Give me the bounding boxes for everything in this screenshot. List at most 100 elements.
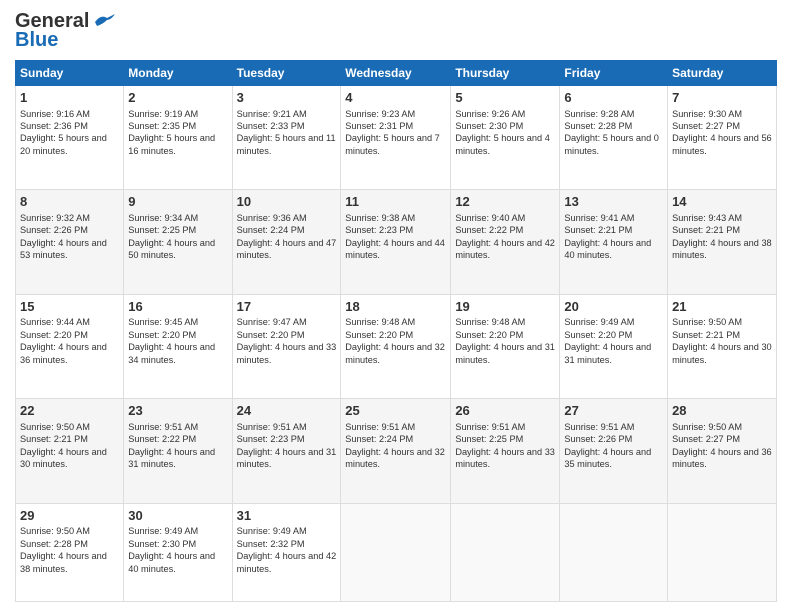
sunrise-text: Sunrise: 9:48 AM: [345, 317, 415, 327]
day-number: 2: [128, 89, 227, 107]
sunset-text: Sunset: 2:27 PM: [672, 434, 740, 444]
sunrise-text: Sunrise: 9:19 AM: [128, 109, 198, 119]
calendar-cell: 14Sunrise: 9:43 AMSunset: 2:21 PMDayligh…: [668, 190, 777, 294]
calendar-cell: 16Sunrise: 9:45 AM Sunset: 2:20 PM Dayligh…: [124, 294, 232, 398]
sunrise-text: Sunrise: 9:51 AM: [345, 422, 415, 432]
daylight-text: Daylight: 4 hours and 36 minutes.: [20, 342, 107, 364]
calendar-week-row: 22Sunrise: 9:50 AMSunset: 2:21 PMDayligh…: [16, 399, 777, 503]
sunrise-text: Sunrise: 9:51 AM: [564, 422, 634, 432]
daylight-text: Daylight: 4 hours and 34 minutes.: [128, 342, 215, 364]
sunset-text: Sunset: 2:23 PM: [237, 434, 305, 444]
day-number: 1: [20, 89, 119, 107]
day-number: 9: [128, 193, 227, 211]
calendar-cell: 29Sunrise: 9:50 AMSunset: 2:28 PMDayligh…: [16, 503, 124, 601]
day-number: 15: [20, 298, 119, 316]
calendar-cell: 30Sunrise: 9:49 AMSunset: 2:30 PMDayligh…: [124, 503, 232, 601]
sunset-text: Sunset: 2:31 PM: [345, 121, 413, 131]
sunrise-text: Sunrise: 9:49 AM: [237, 526, 307, 536]
sunset-text: Sunset: 2:36 PM: [20, 121, 88, 131]
sunset-text: Sunset: 2:32 PM: [237, 539, 305, 549]
sunset-text: Sunset: 2:26 PM: [564, 434, 632, 444]
sunset-text: Sunset: 2:20 PM: [237, 330, 305, 340]
day-number: 16: [128, 298, 227, 316]
calendar-cell: 5Sunrise: 9:26 AMSunset: 2:30 PMDaylight…: [451, 86, 560, 190]
calendar-cell: 23Sunrise: 9:51 AMSunset: 2:22 PMDayligh…: [124, 399, 232, 503]
sunset-text: Sunset: 2:33 PM: [237, 121, 305, 131]
day-number: 28: [672, 402, 772, 420]
calendar-week-row: 29Sunrise: 9:50 AMSunset: 2:28 PMDayligh…: [16, 503, 777, 601]
sunrise-text: Sunrise: 9:45 AM: [128, 317, 198, 327]
daylight-text: Daylight: 4 hours and 44 minutes.: [345, 238, 445, 260]
calendar-cell: 19Sunrise: 9:48 AMSunset: 2:20 PMDayligh…: [451, 294, 560, 398]
daylight-text: Daylight: 4 hours and 36 minutes.: [672, 447, 772, 469]
sunrise-text: Sunrise: 9:49 AM: [564, 317, 634, 327]
daylight-text: Daylight: 4 hours and 38 minutes.: [20, 551, 107, 573]
sunrise-text: Sunrise: 9:26 AM: [455, 109, 525, 119]
sunset-text: Sunset: 2:26 PM: [20, 225, 88, 235]
calendar-cell: [560, 503, 668, 601]
logo-blue: Blue: [15, 29, 58, 52]
daylight-text: Daylight: 5 hours and 7 minutes.: [345, 133, 440, 155]
calendar-week-row: 15Sunrise: 9:44 AM Sunset: 2:20 PM Dayligh…: [16, 294, 777, 398]
calendar-cell: 26Sunrise: 9:51 AMSunset: 2:25 PMDayligh…: [451, 399, 560, 503]
sunrise-text: Sunrise: 9:34 AM: [128, 213, 198, 223]
sunset-text: Sunset: 2:22 PM: [128, 434, 196, 444]
sunset-text: Sunset: 2:25 PM: [455, 434, 523, 444]
sunset-text: Sunset: 2:35 PM: [128, 121, 196, 131]
day-number: 20: [564, 298, 663, 316]
calendar-cell: [668, 503, 777, 601]
daylight-text: Daylight: 4 hours and 38 minutes.: [672, 238, 772, 260]
sunrise-text: Sunrise: 9:21 AM: [237, 109, 307, 119]
sunset-text: Sunset: 2:28 PM: [20, 539, 88, 549]
daylight-text: Daylight: 4 hours and 32 minutes.: [345, 447, 445, 469]
daylight-text: Daylight: 5 hours and 4 minutes.: [455, 133, 550, 155]
sunset-text: Sunset: 2:20 PM: [455, 330, 523, 340]
day-number: 29: [20, 507, 119, 525]
sunset-text: Sunset: 2:20 PM: [128, 330, 196, 340]
sunset-text: Sunset: 2:21 PM: [564, 225, 632, 235]
daylight-text: Daylight: 4 hours and 35 minutes.: [564, 447, 651, 469]
day-number: 6: [564, 89, 663, 107]
day-number: 31: [237, 507, 337, 525]
daylight-text: Daylight: 4 hours and 40 minutes.: [128, 551, 215, 573]
weekday-header: Thursday: [451, 61, 560, 86]
sunrise-text: Sunrise: 9:44 AM: [20, 317, 90, 327]
daylight-text: Daylight: 4 hours and 50 minutes.: [128, 238, 215, 260]
day-number: 30: [128, 507, 227, 525]
sunset-text: Sunset: 2:23 PM: [345, 225, 413, 235]
day-number: 23: [128, 402, 227, 420]
sunset-text: Sunset: 2:20 PM: [345, 330, 413, 340]
weekday-header: Monday: [124, 61, 232, 86]
calendar-cell: [451, 503, 560, 601]
weekday-header-row: SundayMondayTuesdayWednesdayThursdayFrid…: [16, 61, 777, 86]
calendar-cell: 25Sunrise: 9:51 AMSunset: 2:24 PMDayligh…: [341, 399, 451, 503]
logo-bird-icon: [93, 14, 115, 30]
calendar-week-row: 8 Sunrise: 9:32 AM Sunset: 2:26 PM Daylight…: [16, 190, 777, 294]
day-number: 18: [345, 298, 446, 316]
sunrise-text: Sunrise: 9:32 AM: [20, 213, 90, 223]
day-number: 19: [455, 298, 555, 316]
day-number: 8: [20, 193, 119, 211]
calendar-cell: 8 Sunrise: 9:32 AM Sunset: 2:26 PM Daylight…: [16, 190, 124, 294]
sunset-text: Sunset: 2:21 PM: [672, 225, 740, 235]
calendar-cell: 3Sunrise: 9:21 AMSunset: 2:33 PMDaylight…: [232, 86, 341, 190]
sunrise-text: Sunrise: 9:49 AM: [128, 526, 198, 536]
sunrise-text: Sunrise: 9:51 AM: [237, 422, 307, 432]
daylight-text: Daylight: 4 hours and 31 minutes.: [128, 447, 215, 469]
sunrise-text: Sunrise: 9:41 AM: [564, 213, 634, 223]
day-number: 4: [345, 89, 446, 107]
calendar-cell: 28Sunrise: 9:50 AMSunset: 2:27 PMDayligh…: [668, 399, 777, 503]
sunset-text: Sunset: 2:30 PM: [455, 121, 523, 131]
day-number: 26: [455, 402, 555, 420]
sunrise-text: Sunrise: 9:40 AM: [455, 213, 525, 223]
sunrise-text: Sunrise: 9:50 AM: [20, 422, 90, 432]
day-number: 12: [455, 193, 555, 211]
weekday-header: Sunday: [16, 61, 124, 86]
sunrise-text: Sunrise: 9:50 AM: [672, 317, 742, 327]
sunset-text: Sunset: 2:20 PM: [564, 330, 632, 340]
day-number: 14: [672, 193, 772, 211]
day-number: 22: [20, 402, 119, 420]
day-number: 17: [237, 298, 337, 316]
sunrise-text: Sunrise: 9:28 AM: [564, 109, 634, 119]
daylight-text: Daylight: 4 hours and 53 minutes.: [20, 238, 107, 260]
